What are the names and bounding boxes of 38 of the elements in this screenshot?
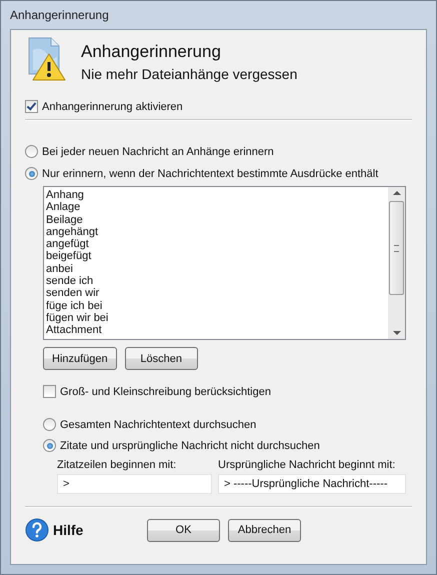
help-link[interactable]: Hilfe: [53, 522, 84, 538]
radio-button[interactable]: [25, 167, 38, 180]
checkbox-label: Groß- und Kleinschreibung berücksichtigen: [60, 386, 271, 398]
list-item[interactable]: beigefügt: [46, 250, 386, 263]
radio-label: Gesamten Nachrichtentext durchsuchen: [60, 418, 256, 430]
dialog-subtitle: Nie mehr Dateianhänge vergessen: [81, 66, 298, 82]
radio-button[interactable]: [43, 439, 56, 452]
list-item[interactable]: angehängt: [46, 226, 386, 238]
radio-button[interactable]: [25, 145, 38, 158]
list-button[interactable]: Löschen: [124, 347, 198, 370]
list-item[interactable]: Anlage: [46, 201, 386, 214]
scrollbar[interactable]: [388, 187, 405, 339]
radio-label: Nur erinnern, wenn der Nachrichtentext bestimmte Ausdrücke enthält: [42, 168, 378, 180]
list-item[interactable]: angefügt: [46, 238, 386, 250]
window-title: Anhangerinnerung: [10, 8, 109, 22]
checkbox-label: Anhangerinnerung aktivieren: [42, 100, 183, 112]
help-icon[interactable]: [25, 518, 49, 542]
list-item[interactable]: sende ich: [46, 275, 386, 288]
checkbox[interactable]: [43, 385, 56, 398]
list-item[interactable]: Attachment: [46, 324, 386, 337]
list-item[interactable]: Beilage: [46, 214, 386, 226]
list-item[interactable]: senden wir: [46, 287, 386, 300]
list-item[interactable]: Anhang: [46, 189, 386, 202]
input-field[interactable]: > -----Ursprüngliche Nachricht-----: [218, 474, 406, 494]
list-item[interactable]: fügen wir bei: [46, 312, 386, 324]
list-item[interactable]: anbei: [46, 262, 386, 276]
list-item[interactable]: füge ich bei: [46, 300, 386, 312]
checkbox[interactable]: [25, 100, 38, 113]
radio-label: Bei jeder neuen Nachricht an Anhänge erinnern: [42, 146, 274, 158]
radio-button[interactable]: [43, 418, 56, 431]
dialog-button[interactable]: Abbrechen: [228, 518, 301, 542]
dialog-heading: Anhangerinnerung: [81, 42, 222, 62]
field-label: Ursprüngliche Nachricht beginnt mit:: [218, 459, 396, 471]
input-field[interactable]: >: [57, 474, 212, 494]
dialog-button[interactable]: OK: [147, 518, 220, 542]
field-label: Zitatzeilen beginnen mit:: [57, 459, 178, 471]
radio-label: Zitate und ursprüngliche Nachricht nicht durchsuchen: [60, 440, 320, 452]
list-button[interactable]: Hinzufügen: [43, 347, 117, 370]
